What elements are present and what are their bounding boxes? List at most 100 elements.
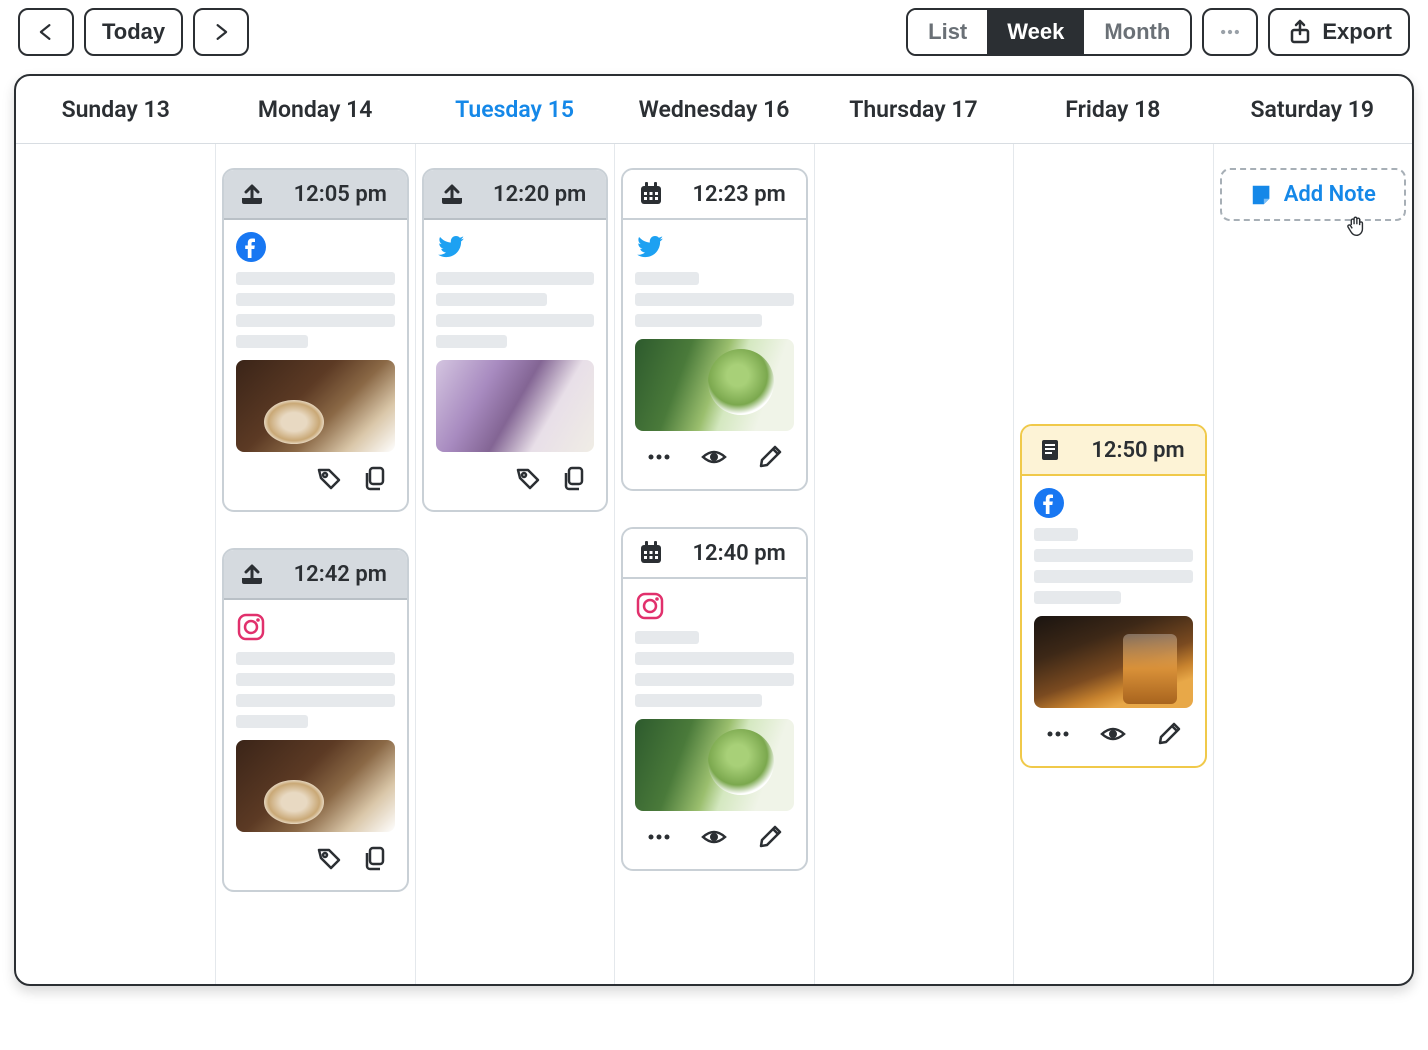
preview-icon[interactable] [700, 443, 728, 471]
post-card[interactable]: 12:20 pm [422, 168, 608, 512]
card-time: 12:23 pm [692, 182, 785, 207]
next-button[interactable] [193, 8, 249, 56]
column-monday[interactable]: 12:05 pm 12:42 pm [215, 144, 414, 984]
calendar-header: Sunday 13 Monday 14 Tuesday 15 Wednesday… [16, 76, 1412, 144]
day-header-sunday: Sunday 13 [16, 76, 215, 143]
card-header: 12:50 pm [1022, 426, 1204, 476]
card-actions [635, 443, 793, 481]
platform-badge [635, 232, 793, 262]
content-preview [635, 272, 793, 327]
platform-badge [1034, 488, 1192, 518]
instagram-icon [635, 591, 665, 621]
instagram-icon [236, 612, 266, 642]
arrow-right-icon [209, 18, 233, 46]
upload-icon [238, 560, 266, 588]
edit-icon[interactable] [1155, 720, 1183, 748]
day-header-tuesday: Tuesday 15 [415, 76, 614, 143]
card-time: 12:40 pm [692, 541, 785, 566]
more-icon[interactable] [645, 443, 673, 471]
content-preview [1034, 528, 1192, 604]
post-thumbnail [1034, 616, 1192, 708]
week-calendar: Sunday 13 Monday 14 Tuesday 15 Wednesday… [14, 74, 1414, 986]
preview-icon[interactable] [700, 823, 728, 851]
post-card[interactable]: 12:40 pm [621, 527, 807, 871]
export-button[interactable]: Export [1268, 8, 1410, 56]
card-time: 12:05 pm [294, 182, 387, 207]
content-preview [236, 652, 394, 728]
post-thumbnail [635, 719, 793, 811]
day-header-monday: Monday 14 [215, 76, 414, 143]
tag-icon[interactable] [315, 464, 343, 492]
post-card[interactable]: 12:05 pm [222, 168, 408, 512]
platform-badge [635, 591, 793, 621]
post-card[interactable]: 12:23 pm [621, 168, 807, 491]
twitter-icon [635, 232, 665, 262]
view-list-button[interactable]: List [908, 10, 987, 54]
export-label: Export [1322, 19, 1392, 45]
add-note-label: Add Note [1284, 182, 1376, 207]
calendar-icon [637, 539, 665, 567]
card-header: 12:42 pm [224, 550, 406, 600]
pointer-cursor-icon [1342, 214, 1368, 240]
day-header-saturday: Saturday 19 [1213, 76, 1412, 143]
card-actions [236, 464, 394, 502]
content-preview [436, 272, 594, 348]
edit-icon[interactable] [756, 823, 784, 851]
more-button[interactable] [1202, 8, 1258, 56]
facebook-icon [236, 232, 266, 262]
upload-icon [438, 180, 466, 208]
sticky-note-icon [1250, 183, 1274, 207]
today-button[interactable]: Today [84, 8, 183, 56]
platform-badge [236, 612, 394, 642]
card-time: 12:50 pm [1091, 438, 1184, 463]
day-header-friday: Friday 18 [1013, 76, 1212, 143]
card-actions [236, 844, 394, 882]
card-time: 12:42 pm [294, 562, 387, 587]
more-icon[interactable] [645, 823, 673, 851]
card-actions [436, 464, 594, 502]
card-header: 12:40 pm [623, 529, 805, 579]
tag-icon[interactable] [315, 844, 343, 872]
card-actions [635, 823, 793, 861]
note-icon [1036, 436, 1064, 464]
preview-icon[interactable] [1099, 720, 1127, 748]
column-sunday[interactable] [16, 144, 215, 984]
column-saturday[interactable]: Add Note [1213, 144, 1412, 984]
content-preview [236, 272, 394, 348]
edit-icon[interactable] [756, 443, 784, 471]
column-friday[interactable]: 12:50 pm [1013, 144, 1212, 984]
post-thumbnail [436, 360, 594, 452]
facebook-icon [1034, 488, 1064, 518]
card-header: 12:05 pm [224, 170, 406, 220]
export-icon [1286, 18, 1314, 46]
toolbar: Today List Week Month Export [14, 8, 1414, 56]
tag-icon[interactable] [514, 464, 542, 492]
platform-badge [436, 232, 594, 262]
card-time: 12:20 pm [493, 182, 586, 207]
content-preview [635, 631, 793, 707]
copy-icon[interactable] [361, 844, 389, 872]
card-header: 12:23 pm [623, 170, 805, 220]
more-icon[interactable] [1044, 720, 1072, 748]
twitter-icon [436, 232, 466, 262]
view-week-button[interactable]: Week [987, 10, 1084, 54]
post-thumbnail [236, 360, 394, 452]
calendar-body: 12:05 pm 12:42 pm [16, 144, 1412, 984]
post-card[interactable]: 12:42 pm [222, 548, 408, 892]
day-header-wednesday: Wednesday 16 [614, 76, 813, 143]
post-thumbnail [635, 339, 793, 431]
prev-button[interactable] [18, 8, 74, 56]
card-actions [1034, 720, 1192, 758]
more-icon [1218, 18, 1242, 46]
copy-icon[interactable] [361, 464, 389, 492]
copy-icon[interactable] [560, 464, 588, 492]
column-tuesday[interactable]: 12:20 pm [415, 144, 614, 984]
column-thursday[interactable] [814, 144, 1013, 984]
post-card-draft[interactable]: 12:50 pm [1020, 424, 1206, 768]
add-note-button[interactable]: Add Note [1220, 168, 1406, 221]
upload-icon [238, 180, 266, 208]
column-wednesday[interactable]: 12:23 pm 12:40 pm [614, 144, 813, 984]
arrow-left-icon [34, 18, 58, 46]
calendar-icon [637, 180, 665, 208]
view-month-button[interactable]: Month [1084, 10, 1190, 54]
